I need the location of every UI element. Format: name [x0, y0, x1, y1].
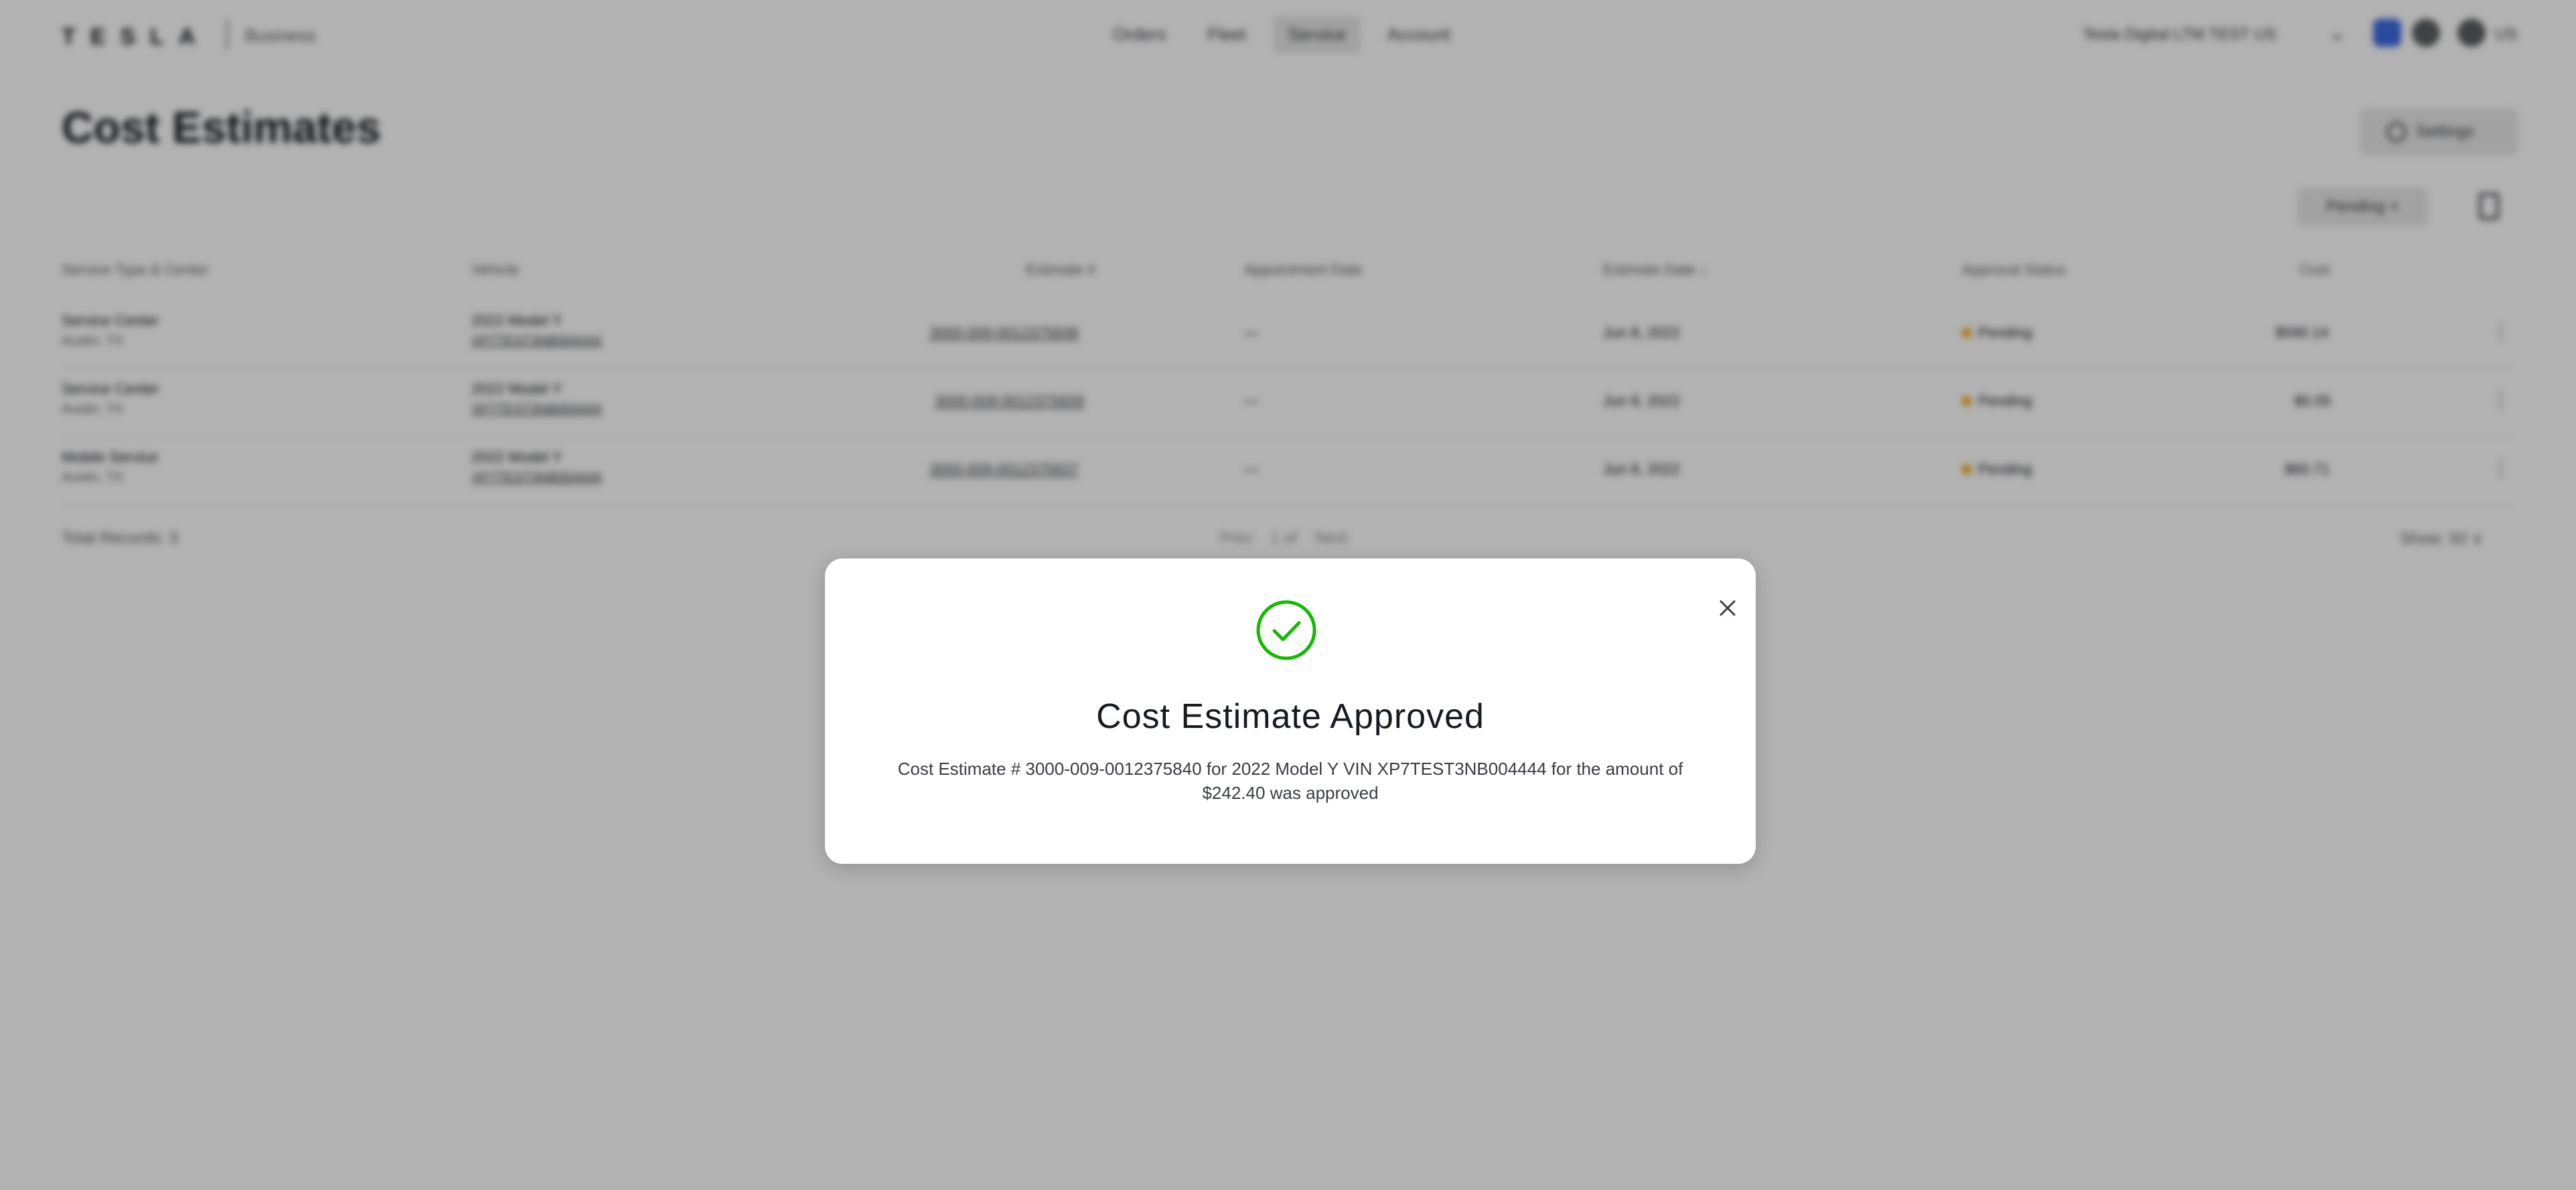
modal-message: Cost Estimate # 3000-009-0012375840 for … [897, 759, 1683, 803]
app-window: TESLA Business Orders Fleet Service Acco… [0, 0, 2576, 1190]
close-button[interactable] [1708, 588, 1748, 628]
check-circle-icon [1256, 600, 1316, 660]
modal-title: Cost Estimate Approved [1096, 697, 1485, 736]
close-icon [1720, 600, 1736, 616]
approval-success-modal: Cost Estimate Approved Cost Estimate # 3… [825, 559, 1756, 864]
